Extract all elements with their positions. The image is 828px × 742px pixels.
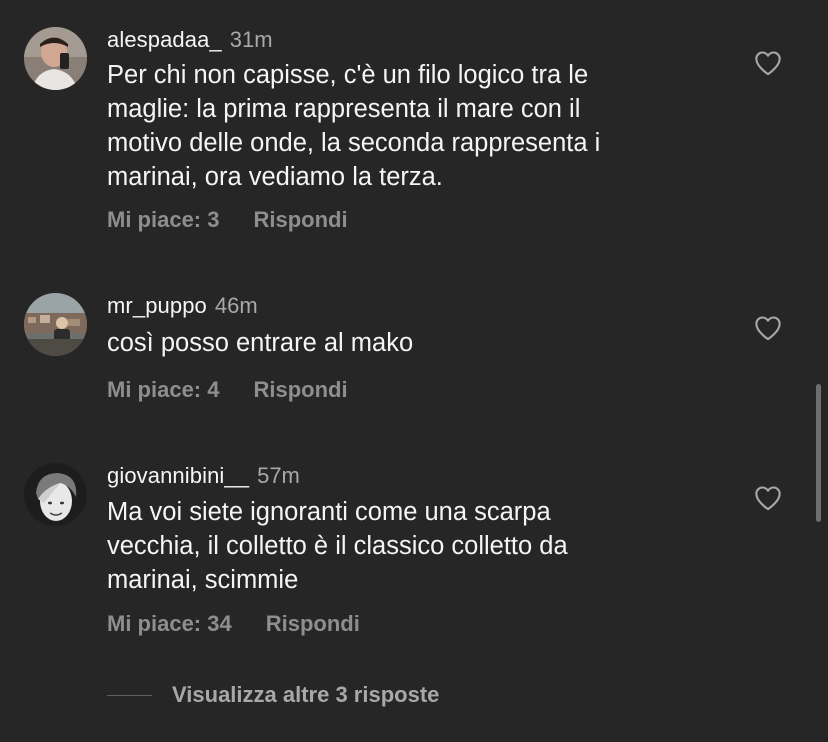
heart-outline-icon (755, 316, 781, 341)
comment-text-line: marinai, scimmie (107, 566, 299, 594)
like-button[interactable] (754, 50, 782, 76)
comment-text-line: Per chi non capisse, c'è un filo logico … (107, 61, 589, 89)
comment-text: Per chi non capisse, c'è un filo logico … (107, 58, 707, 194)
comment-text-line: Ma voi siete ignoranti come una scarpa (107, 498, 551, 526)
comment-timestamp: 31m (229, 27, 273, 52)
likes-count-button[interactable]: Mi piace: 4 (107, 377, 219, 403)
reply-button[interactable]: Rispondi (253, 207, 347, 233)
avatar[interactable] (24, 27, 87, 90)
user-avatar-icon (24, 293, 87, 356)
reply-button[interactable]: Rispondi (253, 377, 347, 403)
avatar[interactable] (24, 463, 87, 526)
comment-text: Ma voi siete ignoranti come una scarpa v… (107, 495, 707, 597)
like-button[interactable] (754, 315, 782, 341)
comment-text-line: marinai, ora vediamo la terza. (107, 163, 443, 191)
comment-text-line: motivo delle onde, la seconda rappresent… (107, 129, 601, 157)
user-avatar-icon (24, 27, 87, 90)
view-more-replies-button[interactable]: Visualizza altre 3 risposte (107, 682, 439, 708)
comment-text: così posso entrare al mako (107, 326, 707, 360)
heart-outline-icon (755, 486, 781, 511)
like-button[interactable] (754, 485, 782, 511)
comment-text-line: vecchia, il colletto è il classico colle… (107, 532, 568, 560)
comment-username[interactable]: mr_puppo (107, 293, 207, 319)
avatar[interactable] (24, 293, 87, 356)
comment-username[interactable]: giovannibini__ (107, 463, 249, 489)
comment-text-line: maglie: la prima rappresenta il mare con… (107, 95, 581, 123)
scrollbar-thumb[interactable] (816, 384, 821, 522)
view-more-replies-label: Visualizza altre 3 risposte (172, 682, 440, 707)
user-avatar-icon (24, 463, 87, 526)
likes-count-button[interactable]: Mi piace: 34 (107, 611, 232, 637)
comment-timestamp: 46m (214, 293, 258, 318)
comment-text-line: così posso entrare al mako (107, 329, 414, 357)
comment-timestamp: 57m (257, 463, 300, 488)
replies-divider (107, 694, 152, 696)
heart-outline-icon (755, 51, 781, 76)
reply-button[interactable]: Rispondi (266, 611, 360, 637)
comment-username[interactable]: alespadaa_ (107, 27, 222, 53)
likes-count-button[interactable]: Mi piace: 3 (107, 207, 219, 233)
